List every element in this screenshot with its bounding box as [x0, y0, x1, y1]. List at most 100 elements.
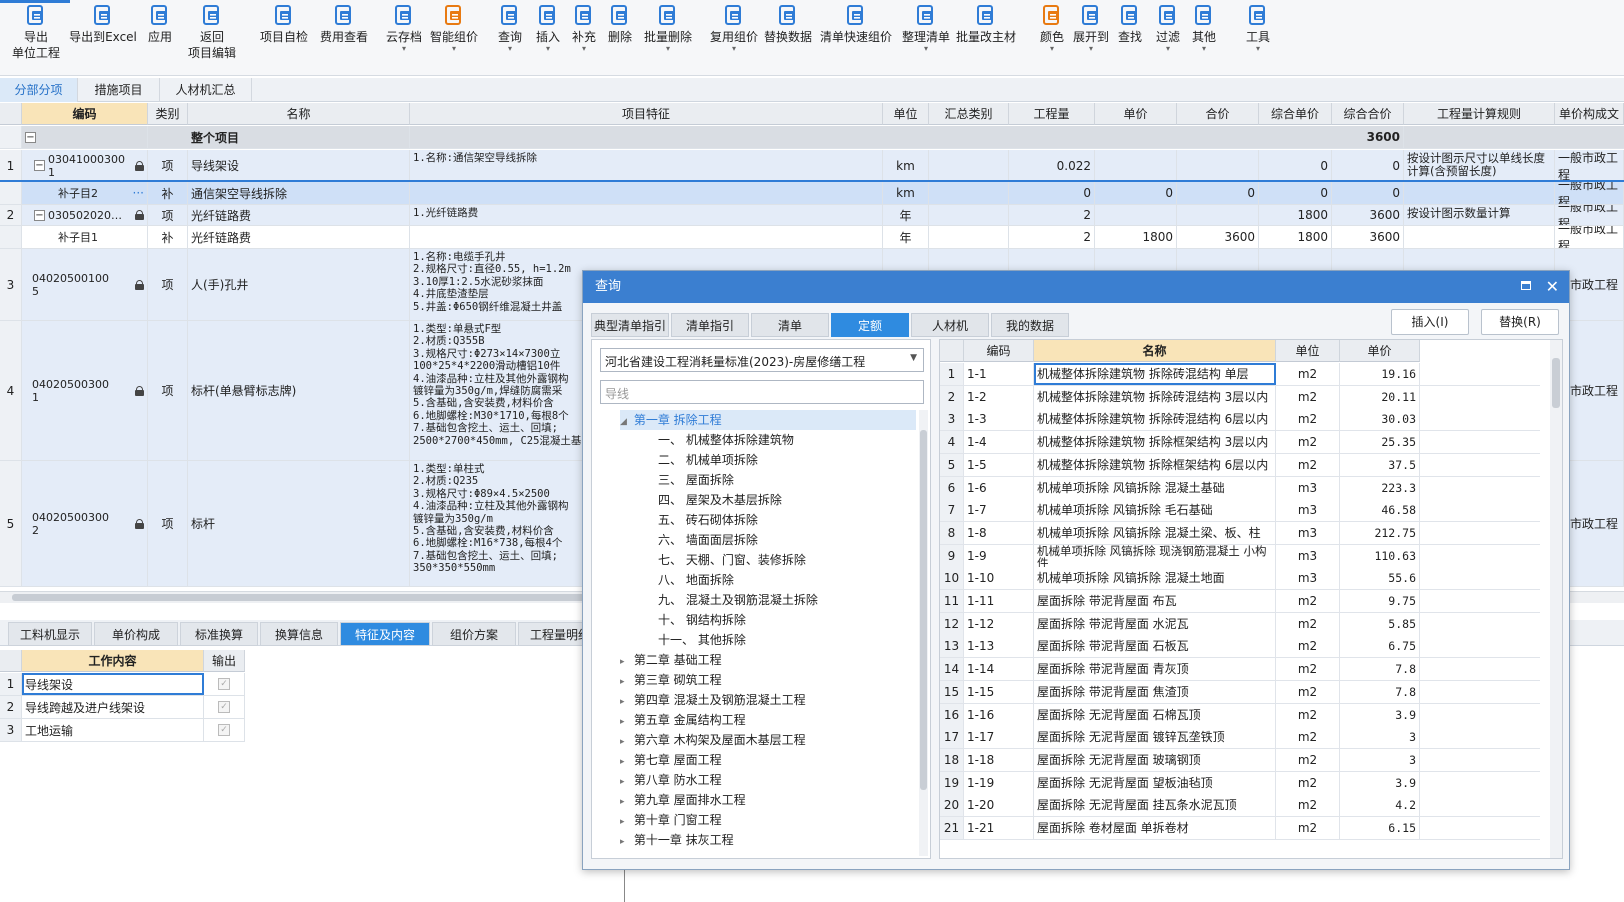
sum-cell[interactable]: 0	[1177, 182, 1259, 204]
check-button[interactable]: 项目自检	[256, 4, 312, 45]
tree-node[interactable]: ▸ 第九章 屋面排水工程	[620, 790, 746, 810]
output-checkbox[interactable]: ✓	[204, 696, 245, 718]
sum-cell[interactable]: 3600	[1177, 226, 1259, 248]
dtab-quota[interactable]: 定额	[831, 313, 909, 337]
work-content-cell[interactable]: 导线架设	[22, 673, 204, 695]
cat-cell[interactable]: 项	[148, 205, 188, 225]
collapsed-arrow-icon[interactable]: ▸	[620, 732, 630, 752]
usum-cell[interactable]: 3600	[1332, 205, 1404, 225]
collapsed-arrow-icon[interactable]: ▸	[620, 712, 630, 732]
insert-button[interactable]: 插入 ▾	[530, 4, 566, 53]
tree-node[interactable]: ▸ 第十章 门窗工程	[620, 810, 722, 830]
result-row[interactable]: 12 1-12 屋面拆除 带泥背屋面 水泥瓦 m2 5.85	[940, 612, 1540, 636]
tree-node[interactable]: 九、 混凝土及钢筋混凝土拆除	[658, 590, 818, 610]
collapsed-arrow-icon[interactable]: ▸	[620, 692, 630, 712]
col-code[interactable]: 编码	[22, 103, 148, 125]
result-row[interactable]: 11 1-11 屋面拆除 带泥背屋面 布瓦 m2 9.75	[940, 590, 1540, 613]
result-row[interactable]: 14 1-14 屋面拆除 带泥背屋面 青灰顶 m2 7.8	[940, 658, 1540, 682]
collapse-toggle[interactable]: −	[34, 209, 45, 221]
btab-standard-convert[interactable]: 标准换算	[180, 622, 258, 646]
tab-fenbu[interactable]: 分部分项	[0, 78, 78, 102]
name-cell[interactable]: 人(手)孔井	[188, 249, 410, 320]
tree-node[interactable]: ▸ 第十一章 抹灰工程	[620, 830, 734, 850]
name-cell[interactable]: 标杆(单悬臂标志牌)	[188, 321, 410, 460]
code-cell[interactable]: 04020500100 5	[22, 249, 148, 320]
collapsed-arrow-icon[interactable]: ▸	[620, 772, 630, 792]
name-cell[interactable]: 导线架设	[188, 150, 410, 181]
usum-cell[interactable]: 0	[1332, 182, 1404, 204]
uprice-cell[interactable]: 1800	[1259, 226, 1332, 248]
col-total-price[interactable]: 合价	[1177, 103, 1259, 125]
work-row[interactable]: 3 工地运输 ✓	[0, 719, 245, 742]
col-unit[interactable]: 单位	[883, 103, 929, 125]
replace-data-button[interactable]: 替换数据	[760, 4, 816, 45]
rule-cell[interactable]: 按设计图示数量计算	[1404, 205, 1555, 225]
return-button[interactable]: 返回 项目编辑	[184, 4, 240, 61]
price-cell[interactable]: 0	[1095, 182, 1177, 204]
tab-measures[interactable]: 措施项目	[78, 78, 160, 102]
result-row[interactable]: 20 1-20 屋面拆除 无泥背屋面 挂瓦条水泥瓦顶 m2 4.2	[940, 794, 1540, 818]
other-button[interactable]: 其他 ▾	[1186, 4, 1222, 53]
usum-cell[interactable]: 0	[1332, 150, 1404, 181]
more-icon[interactable]: ···	[133, 186, 144, 200]
result-row[interactable]: 3 1-3 机械整体拆除建筑物 拆除砖混结构 6层以内 m2 30.03	[940, 408, 1540, 432]
batch-delete-button[interactable]: 批量删除 ▾	[640, 4, 696, 53]
btab-price-scheme[interactable]: 组价方案	[432, 622, 516, 646]
btab-price-compose[interactable]: 单价构成	[94, 622, 178, 646]
col-composite-total[interactable]: 综合合价	[1332, 103, 1404, 125]
result-row[interactable]: 2 1-2 机械整体拆除建筑物 拆除砖混结构 3层以内 m2 20.11	[940, 385, 1540, 409]
name-cell[interactable]: 光纤链路费	[188, 205, 410, 225]
rule-cell[interactable]	[1404, 226, 1555, 248]
usum-cell[interactable]: 3600	[1332, 226, 1404, 248]
result-row[interactable]: 16 1-16 屋面拆除 无泥背屋面 石棉瓦顶 m2 3.9	[940, 703, 1540, 727]
sum-cell[interactable]	[1177, 205, 1259, 225]
col-quantity[interactable]: 工程量	[1009, 103, 1095, 125]
summary-category-cell[interactable]	[929, 150, 1009, 181]
name-cell[interactable]: 标杆	[188, 461, 410, 586]
cat-cell[interactable]: 项	[148, 249, 188, 320]
cloud-save-button[interactable]: 云存档 ▾	[384, 4, 424, 53]
code-cell[interactable]: −030502020…	[22, 205, 148, 225]
output-checkbox[interactable]: ✓	[204, 719, 245, 741]
col-work-content[interactable]: 工作内容	[22, 650, 204, 672]
compose-cell[interactable]: 一般市政工程	[1555, 150, 1624, 181]
qty-cell[interactable]: 0.022	[1009, 150, 1095, 181]
btab-material-display[interactable]: 工料机显示	[8, 622, 92, 646]
result-row[interactable]: 21 1-21 屋面拆除 卷材屋面 单拆卷材 m2 6.15	[940, 817, 1540, 840]
cat-cell[interactable]: 项	[148, 461, 188, 586]
query-button[interactable]: 查询 ▾	[492, 4, 528, 53]
result-row[interactable]: 4 1-4 机械整体拆除建筑物 拆除框架结构 3层以内 m2 25.35	[940, 431, 1540, 455]
tree-node[interactable]: 三、 屋面拆除	[658, 470, 734, 490]
collapsed-arrow-icon[interactable]: ▸	[620, 652, 630, 672]
apply-button[interactable]: 应用	[142, 4, 178, 45]
col-calc-rule[interactable]: 工程量计算规则	[1404, 103, 1555, 125]
tree-node[interactable]: ▸ 第二章 基础工程	[620, 650, 722, 670]
compose-cell[interactable]: 一般市政工程	[1555, 226, 1624, 248]
feature-cell[interactable]: 1.光纤链路费	[410, 205, 883, 225]
tree-node[interactable]: 一、 机械整体拆除建筑物	[658, 430, 794, 450]
cat-cell[interactable]: 补	[148, 182, 188, 204]
btab-convert-info[interactable]: 换算信息	[260, 622, 338, 646]
col-category[interactable]: 类别	[148, 103, 188, 125]
feature-cell[interactable]	[410, 226, 883, 248]
result-row[interactable]: 9 1-9 机械单项拆除 风镐拆除 现浇钢筋混凝土 小构件 m3 110.63	[940, 544, 1540, 568]
result-row[interactable]: 19 1-19 屋面拆除 无泥背屋面 望板油毡顶 m2 3.9	[940, 771, 1540, 795]
compose-cell[interactable]: 一般市政工程	[1555, 182, 1624, 204]
qty-cell[interactable]: 2	[1009, 226, 1095, 248]
rule-cell[interactable]	[1404, 182, 1555, 204]
tree-node[interactable]: ▸ 第六章 木构架及屋面木基层工程	[620, 730, 806, 750]
smart-price-button[interactable]: 智能组价 ▾	[426, 4, 482, 53]
work-content-cell[interactable]: 导线跨越及进户线架设	[22, 696, 204, 718]
col-unit-price[interactable]: 单价	[1095, 103, 1177, 125]
expand-button[interactable]: 展开到 ▾	[1070, 4, 1112, 53]
result-row[interactable]: 18 1-18 屋面拆除 无泥背屋面 玻璃钢顶 m2 3	[940, 748, 1540, 772]
tree-node[interactable]: ▸ 第五章 金属结构工程	[620, 710, 746, 730]
rule-cell[interactable]: 按设计图示尺寸以单线长度计算(含预留长度)	[1404, 150, 1555, 181]
rcol-price[interactable]: 单价	[1340, 340, 1420, 362]
btab-feature-content[interactable]: 特征及内容	[340, 622, 430, 646]
tree-scrollbar-thumb[interactable]	[920, 430, 927, 790]
result-row[interactable]: 17 1-17 屋面拆除 无泥背屋面 镀锌瓦垄铁顶 m2 3	[940, 726, 1540, 750]
cat-cell[interactable]: 项	[148, 321, 188, 460]
export-excel-button[interactable]: 导出到Excel	[68, 4, 138, 45]
tree-node[interactable]: ▸ 第三章 砌筑工程	[620, 670, 722, 690]
